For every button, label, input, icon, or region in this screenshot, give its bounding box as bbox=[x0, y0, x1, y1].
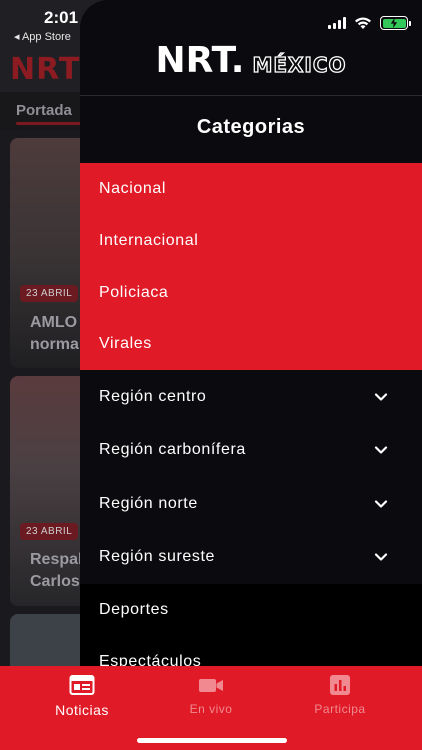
news-card-title-line: Carlos bbox=[30, 573, 80, 590]
chevron-down-icon[interactable] bbox=[374, 392, 388, 402]
category-item-espectaculos[interactable]: Espectáculos bbox=[80, 636, 422, 666]
back-to-app-store[interactable]: ◂ App Store bbox=[14, 30, 71, 43]
category-label: Nacional bbox=[99, 180, 167, 197]
category-item-region-sureste[interactable]: Región sureste bbox=[80, 531, 422, 583]
category-item-policiaca[interactable]: Policiaca bbox=[80, 267, 422, 319]
tab-label: Noticias bbox=[55, 702, 109, 718]
video-camera-icon bbox=[199, 679, 223, 692]
category-item-region-norte[interactable]: Región norte bbox=[80, 478, 422, 530]
category-item-region-centro[interactable]: Región centro bbox=[80, 371, 422, 423]
status-time: 2:01 bbox=[44, 8, 79, 27]
divider bbox=[80, 95, 422, 96]
news-card-title-line: norma bbox=[30, 336, 79, 353]
cellular-signal-icon bbox=[328, 17, 346, 29]
background-logo: NRT bbox=[10, 52, 81, 87]
brand-logo-primary: NRT. bbox=[155, 40, 245, 81]
news-card-date: 23 ABRIL bbox=[20, 523, 79, 540]
category-label: Región carbonífera bbox=[99, 441, 246, 458]
battery-charging-icon bbox=[380, 16, 411, 30]
tab-participa[interactable]: Participa bbox=[270, 674, 410, 716]
wifi-icon bbox=[355, 17, 371, 29]
news-card-title: AMLO norma bbox=[30, 312, 79, 356]
category-item-deportes[interactable]: Deportes bbox=[80, 584, 422, 636]
brand-logo: NRT. MÉXICO bbox=[80, 40, 422, 81]
tab-portada[interactable]: Portada bbox=[16, 102, 72, 119]
tab-label: Participa bbox=[314, 702, 366, 716]
category-label: Espectáculos bbox=[99, 653, 202, 666]
category-label: Región sureste bbox=[99, 548, 216, 565]
brand-logo-secondary: MÉXICO bbox=[252, 52, 347, 77]
category-label: Virales bbox=[99, 335, 152, 352]
tab-noticias[interactable]: Noticias bbox=[12, 674, 152, 718]
tab-label: En vivo bbox=[189, 702, 233, 716]
drawer-title: Categorias bbox=[196, 116, 306, 138]
status-icons bbox=[328, 16, 411, 30]
news-card-title-line: AMLO bbox=[30, 314, 78, 331]
category-label: Región norte bbox=[99, 495, 198, 512]
news-card-title-line: Respal bbox=[30, 551, 83, 568]
category-label: Internacional bbox=[99, 232, 199, 249]
category-label: Policiaca bbox=[99, 284, 169, 301]
chevron-down-icon[interactable] bbox=[374, 552, 388, 562]
chevron-down-icon[interactable] bbox=[374, 499, 388, 509]
newspaper-icon bbox=[69, 675, 95, 695]
category-item-region-carbonifera[interactable]: Región carbonífera bbox=[80, 424, 422, 476]
category-label: Deportes bbox=[99, 601, 169, 618]
home-indicator bbox=[137, 738, 287, 743]
chart-icon bbox=[330, 675, 350, 695]
chevron-down-icon[interactable] bbox=[374, 445, 388, 455]
category-item-internacional[interactable]: Internacional bbox=[80, 215, 422, 267]
news-card-date: 23 ABRIL bbox=[20, 285, 79, 302]
tab-en-vivo[interactable]: En vivo bbox=[141, 674, 281, 716]
news-card-title: Respal Carlos bbox=[30, 549, 82, 593]
category-label: Región centro bbox=[99, 388, 207, 405]
tab-portada-underline bbox=[16, 122, 82, 125]
category-drawer: NRT. MÉXICO Categorias Nacional Internac… bbox=[80, 0, 422, 666]
category-item-nacional[interactable]: Nacional bbox=[80, 163, 422, 215]
category-item-virales[interactable]: Virales bbox=[80, 318, 422, 370]
